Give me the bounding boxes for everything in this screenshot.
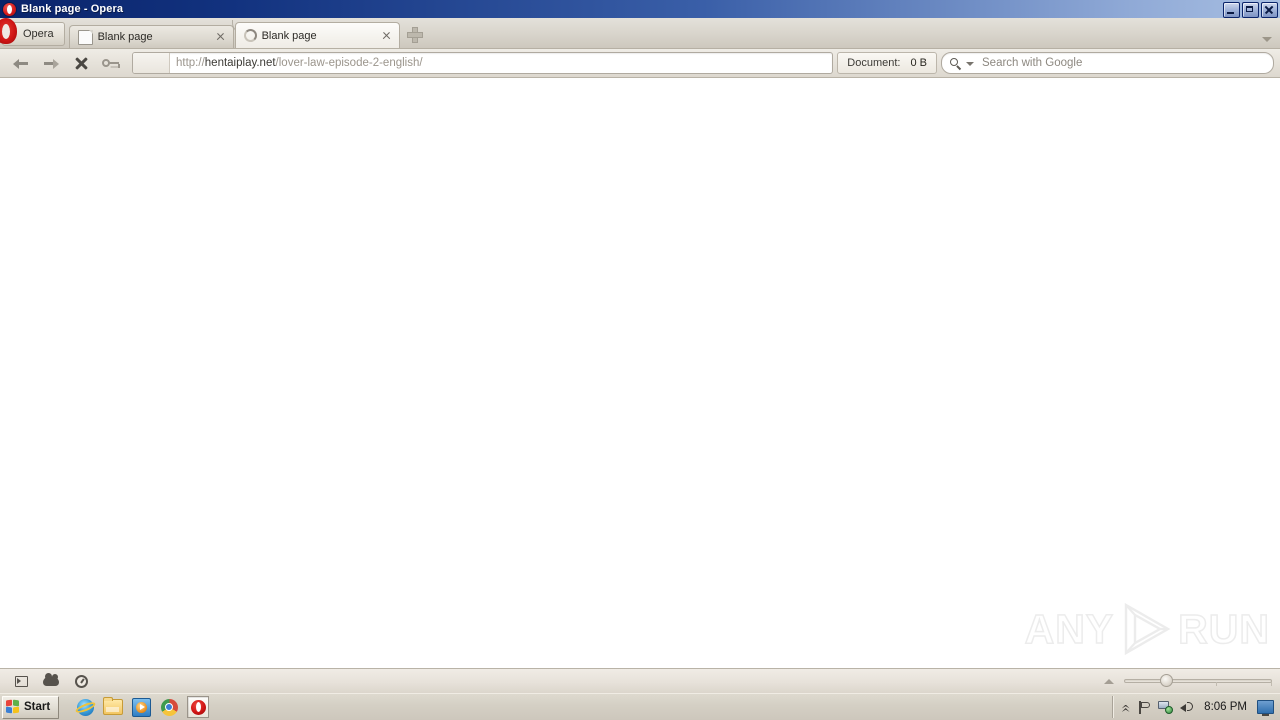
quick-launch-bar bbox=[75, 696, 210, 718]
page-icon bbox=[77, 29, 93, 45]
taskbar-item-internet-explorer[interactable] bbox=[75, 697, 95, 717]
opera-menu-button[interactable]: Opera bbox=[0, 18, 65, 46]
play-triangle-icon bbox=[1116, 601, 1176, 657]
taskbar-item-google-chrome[interactable] bbox=[159, 697, 179, 717]
url-host: hentaiplay.net bbox=[204, 57, 276, 69]
back-button[interactable] bbox=[6, 51, 36, 75]
triangle-up-icon[interactable] bbox=[1104, 678, 1114, 684]
tab-close-icon[interactable] bbox=[381, 30, 393, 42]
document-label: Document: bbox=[847, 57, 901, 69]
zoom-tick bbox=[1271, 682, 1272, 686]
zoom-slider-track bbox=[1124, 679, 1272, 683]
address-bar-badge bbox=[133, 53, 170, 73]
url-path: /lover-law-episode-2-english/ bbox=[275, 57, 423, 69]
panel-toggle-button[interactable] bbox=[6, 671, 36, 691]
desktop-icon[interactable] bbox=[1257, 700, 1274, 716]
opera-logo-icon bbox=[3, 2, 16, 16]
status-bar bbox=[0, 668, 1280, 693]
opera-icon bbox=[190, 699, 206, 715]
opera-logo-icon bbox=[0, 18, 17, 44]
start-label: Start bbox=[24, 701, 51, 713]
tab-blank-page-2[interactable]: Blank page bbox=[234, 22, 400, 48]
chevron-down-icon[interactable] bbox=[1262, 37, 1272, 42]
media-player-icon bbox=[131, 697, 151, 717]
opera-menu-label: Opera bbox=[23, 28, 54, 40]
chevron-up-icon[interactable] bbox=[1120, 702, 1131, 713]
window-title: Blank page - Opera bbox=[21, 3, 124, 15]
address-bar-input[interactable]: http://hentaiplay.net/lover-law-episode-… bbox=[170, 53, 832, 73]
loading-spinner-icon bbox=[243, 29, 257, 42]
search-field[interactable]: Search with Google bbox=[941, 52, 1274, 74]
system-tray: 8:06 PM bbox=[1112, 696, 1278, 718]
tab-title: Blank page bbox=[261, 29, 317, 42]
password-wand-button[interactable] bbox=[96, 51, 126, 75]
panel-toggle-icon bbox=[14, 675, 28, 687]
url-scheme: http:// bbox=[176, 57, 205, 69]
window-titlebar: Blank page - Opera bbox=[0, 0, 1280, 18]
tab-blank-page-1[interactable]: Blank page bbox=[68, 25, 234, 48]
opera-link-button[interactable] bbox=[36, 671, 66, 691]
arrow-left-icon bbox=[13, 57, 29, 69]
document-size-indicator: Document: 0 B bbox=[837, 52, 937, 74]
watermark-text-left: ANY bbox=[1024, 605, 1115, 652]
start-button[interactable]: Start bbox=[2, 695, 60, 719]
document-size-value: 0 B bbox=[910, 57, 927, 69]
tab-close-icon[interactable] bbox=[215, 31, 227, 43]
search-placeholder: Search with Google bbox=[982, 57, 1083, 69]
address-bar[interactable]: http://hentaiplay.net/lover-law-episode-… bbox=[132, 52, 834, 74]
ie-icon bbox=[76, 698, 94, 716]
restore-icon bbox=[1243, 3, 1258, 17]
key-icon bbox=[102, 57, 120, 69]
zoom-slider-thumb[interactable] bbox=[1160, 674, 1173, 687]
anyrun-watermark: ANY RUN bbox=[1020, 598, 1270, 660]
gauge-icon bbox=[74, 674, 88, 688]
speed-dial-button[interactable] bbox=[66, 671, 96, 691]
close-button[interactable] bbox=[1261, 2, 1278, 18]
zoom-slider[interactable] bbox=[1124, 674, 1272, 687]
taskbar-item-windows-explorer[interactable] bbox=[103, 697, 124, 717]
taskbar-item-windows-media-player[interactable] bbox=[131, 697, 151, 717]
taskbar-item-opera[interactable] bbox=[187, 696, 210, 718]
close-icon bbox=[1262, 3, 1277, 17]
tab-bar: Opera Blank page Blank page bbox=[0, 18, 1280, 49]
stop-x-icon bbox=[75, 57, 88, 70]
navigation-toolbar: http://hentaiplay.net/lover-law-episode-… bbox=[0, 49, 1280, 78]
opera-browser-window: Blank page - Opera Opera Blank page Blan… bbox=[0, 0, 1280, 720]
chrome-icon bbox=[160, 698, 178, 716]
forward-button[interactable] bbox=[36, 51, 66, 75]
search-icon bbox=[950, 57, 961, 69]
volume-icon[interactable] bbox=[1180, 701, 1194, 714]
minimize-button[interactable] bbox=[1223, 2, 1240, 18]
windows-logo-icon bbox=[6, 699, 21, 715]
restore-button[interactable] bbox=[1242, 2, 1259, 18]
minimize-icon bbox=[1224, 3, 1239, 17]
arrow-right-icon bbox=[43, 57, 59, 69]
folder-icon bbox=[103, 697, 124, 715]
stop-button[interactable] bbox=[66, 51, 96, 75]
zoom-tick bbox=[1216, 682, 1217, 686]
tab-title: Blank page bbox=[97, 31, 153, 43]
page-content-area[interactable]: ANY RUN bbox=[0, 78, 1280, 668]
status-bar-right bbox=[1104, 674, 1272, 687]
window-controls bbox=[1223, 2, 1278, 18]
flag-icon[interactable] bbox=[1138, 700, 1151, 714]
windows-taskbar: Start 8:06 PM bbox=[0, 693, 1280, 720]
caret-down-icon[interactable] bbox=[966, 61, 974, 66]
cloud-icon bbox=[43, 672, 59, 686]
watermark-text-right: RUN bbox=[1177, 605, 1270, 652]
network-icon[interactable] bbox=[1158, 700, 1174, 714]
clock[interactable]: 8:06 PM bbox=[1204, 701, 1247, 713]
new-tab-button[interactable] bbox=[406, 26, 424, 44]
